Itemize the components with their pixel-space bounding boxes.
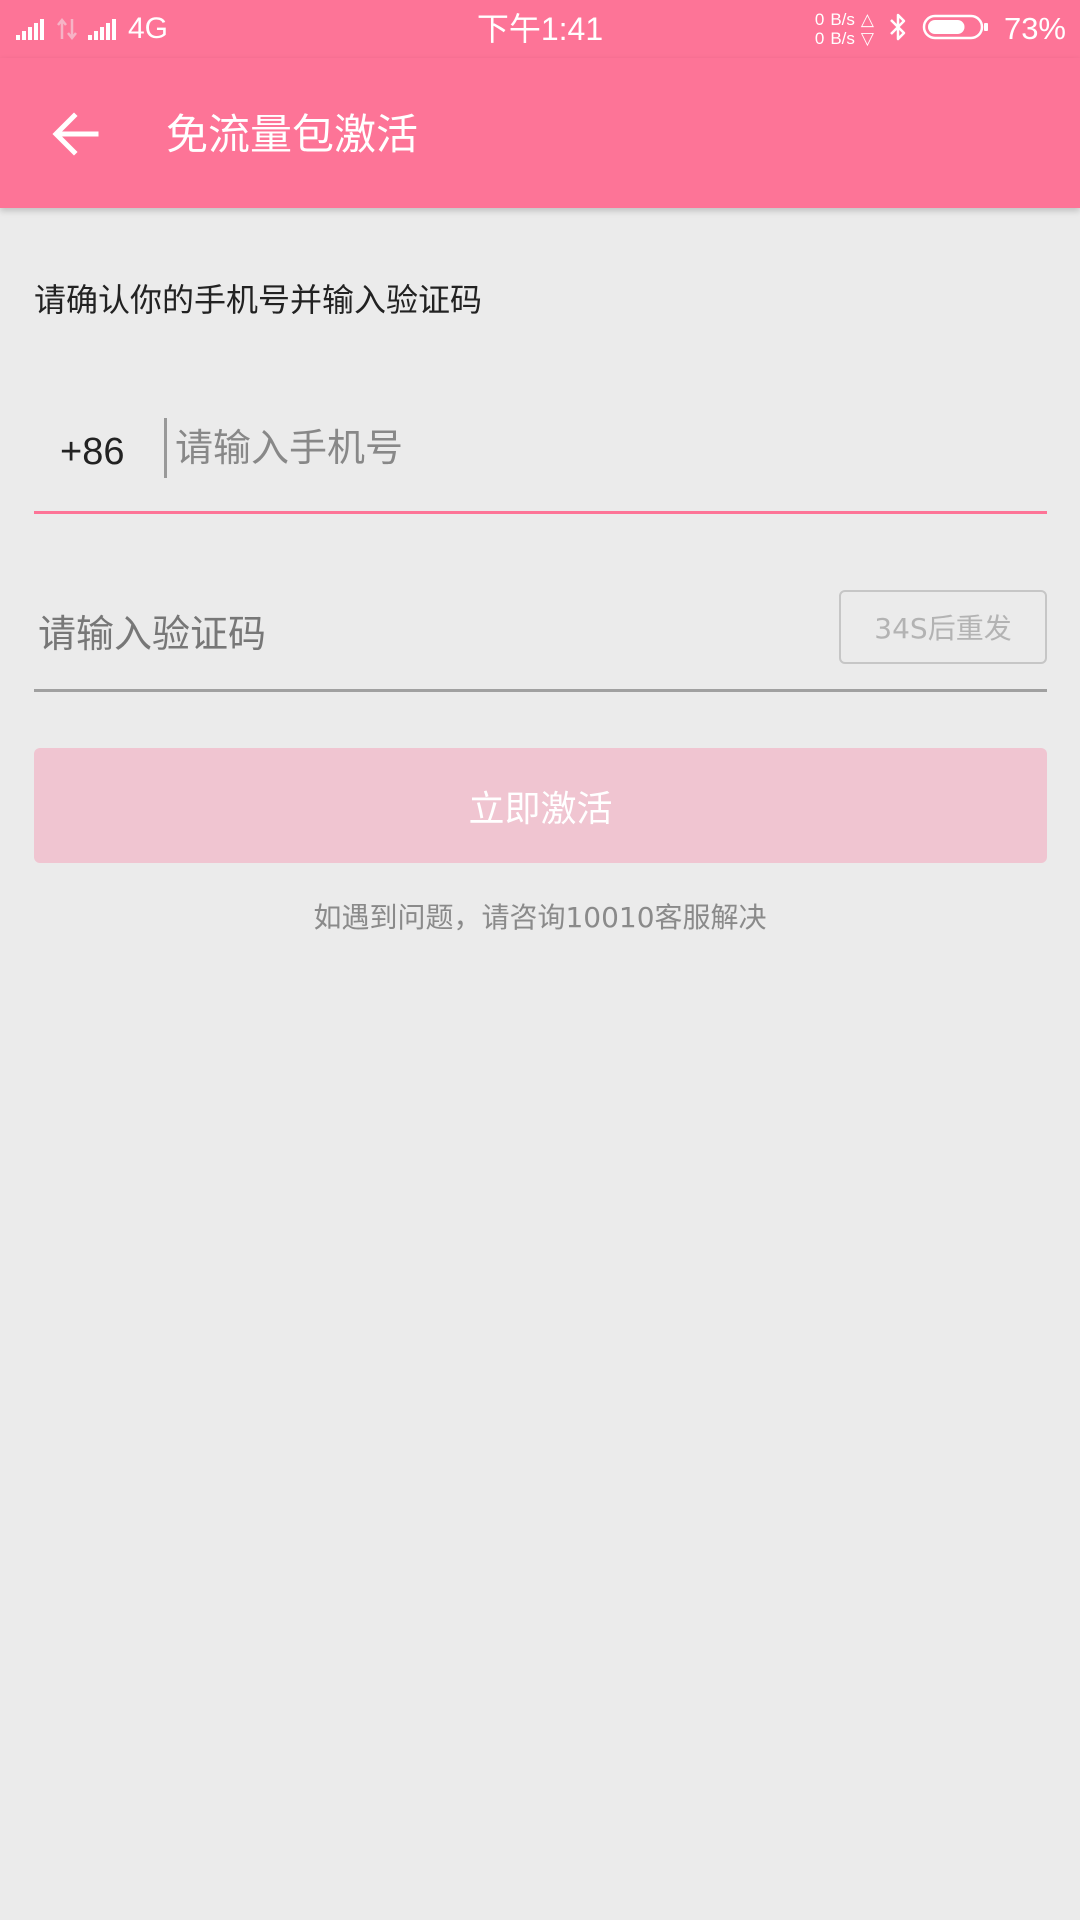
network-speed: 0 B/s △ 0 B/s ▽ <box>815 10 874 48</box>
upload-speed-value: 0 <box>814 10 825 29</box>
country-code: +86 <box>60 431 125 473</box>
status-bar-right: 0 B/s △ 0 B/s ▽ 73% <box>815 6 1066 52</box>
resend-code-button[interactable]: 34S后重发 <box>839 590 1047 664</box>
bluetooth-icon <box>888 12 908 46</box>
phone-underline <box>34 511 1047 514</box>
download-speed: 0 B/s ▽ <box>815 29 874 48</box>
phone-field: +86 <box>34 400 1047 514</box>
download-arrow-icon: ▽ <box>860 29 874 48</box>
code-underline <box>34 689 1047 692</box>
download-speed-value: 0 <box>814 29 825 48</box>
phone-input[interactable] <box>164 418 1035 478</box>
battery-percent: 73% <box>1003 11 1066 46</box>
help-text: 如遇到问题，请咨询10010客服解决 <box>313 901 767 934</box>
upload-arrow-icon: △ <box>860 10 874 29</box>
battery-icon <box>922 13 990 45</box>
upload-speed-unit: B/s <box>830 10 855 29</box>
back-button[interactable] <box>36 96 116 176</box>
code-field: 34S后重发 <box>34 580 1047 692</box>
page-title: 免流量包激活 <box>166 110 419 159</box>
activate-button[interactable]: 立即激活 <box>34 748 1047 863</box>
status-bar: 4G 下午1:41 0 B/s △ 0 B/s ▽ 73% <box>0 0 1080 58</box>
verification-code-input[interactable] <box>38 604 658 664</box>
back-arrow-icon <box>52 112 100 160</box>
app-bar: 免流量包激活 <box>0 58 1080 208</box>
upload-speed: 0 B/s △ <box>815 10 874 29</box>
instruction-text: 请确认你的手机号并输入验证码 <box>34 281 483 319</box>
download-speed-unit: B/s <box>830 29 855 48</box>
